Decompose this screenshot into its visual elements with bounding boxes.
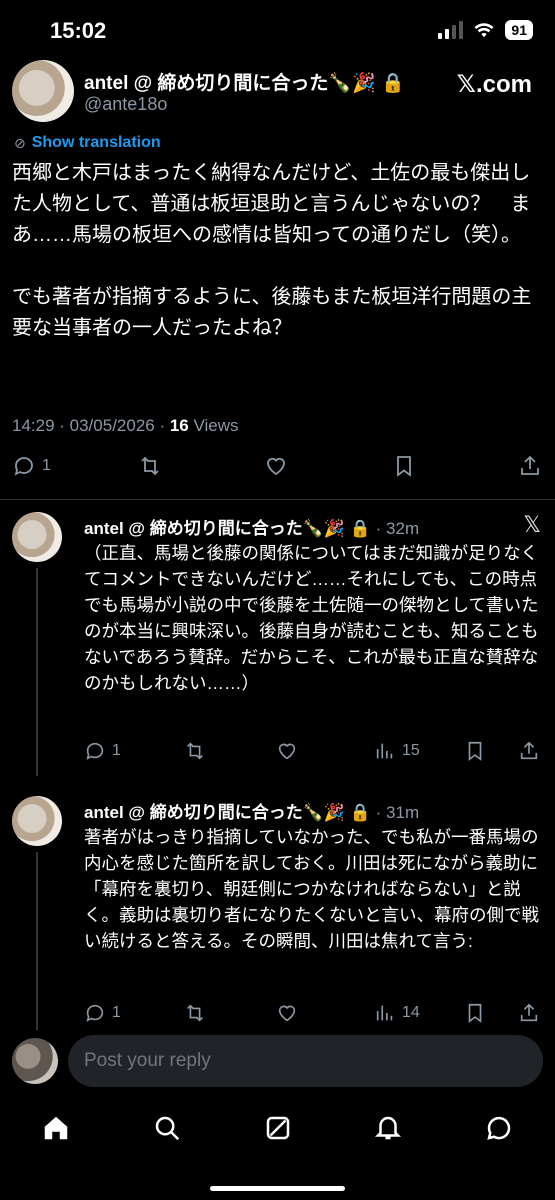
status-indicators: 91 xyxy=(438,20,533,40)
repost-icon xyxy=(187,1004,203,1022)
signal-icon xyxy=(438,21,464,39)
author-name[interactable]: antel @ 締め切り間に合った🍾🎉 🔒 xyxy=(84,68,405,95)
share-button[interactable] xyxy=(518,740,540,762)
like-button[interactable] xyxy=(276,1002,298,1024)
avatar[interactable] xyxy=(12,512,62,562)
reply-actions: 1 14 xyxy=(84,1002,544,1028)
reply-count: 1 xyxy=(42,457,51,474)
reply-author-name[interactable]: antel @ 締め切り間に合った🍾🎉 🔒 xyxy=(84,803,371,822)
repost-button[interactable] xyxy=(184,1002,206,1024)
x-logo: 𝕏.com xyxy=(456,71,532,98)
views-count: 15 xyxy=(402,742,420,759)
views-label: Views xyxy=(188,416,239,435)
views-button[interactable]: 14 xyxy=(374,1002,420,1024)
nav-notifications[interactable] xyxy=(368,1108,408,1148)
bottom-nav xyxy=(0,1100,555,1200)
repost-icon xyxy=(187,742,203,760)
home-indicator xyxy=(210,1186,345,1191)
reply-header: antel @ 締め切り間に合った🍾🎉 🔒 · 31m xyxy=(84,798,419,823)
x-logo: 𝕏 xyxy=(523,512,541,537)
post-text: 西郷と木戸はまったく納得なんだけど、土佐の最も傑出した人物として、普通は板垣退助… xyxy=(12,162,532,339)
like-icon xyxy=(267,457,285,476)
bookmark-button[interactable] xyxy=(464,740,486,762)
status-bar: 15:02 91 xyxy=(0,0,555,60)
like-button[interactable] xyxy=(264,454,288,478)
status-time: 15:02 xyxy=(50,18,107,43)
post-actions: 1 xyxy=(12,454,542,484)
reply-icon xyxy=(86,1004,104,1022)
show-translation-link[interactable]: ⊘ Show translation xyxy=(14,134,161,152)
reply-header: antel @ 締め切り間に合った🍾🎉 🔒 · 32m xyxy=(84,514,419,539)
like-icon xyxy=(278,743,296,760)
bookmark-icon xyxy=(468,741,482,761)
bell-icon xyxy=(374,1116,402,1140)
reply-count: 1 xyxy=(112,742,121,759)
repost-button[interactable] xyxy=(138,454,162,478)
avatar[interactable] xyxy=(12,796,62,846)
divider xyxy=(0,499,555,500)
reply-icon xyxy=(86,742,104,760)
reply-button[interactable]: 1 xyxy=(84,1002,121,1024)
reply-time: · 31m xyxy=(375,803,420,822)
views-icon xyxy=(376,743,393,759)
views-button[interactable]: 15 xyxy=(374,740,420,762)
reply-actions: 1 15 xyxy=(84,740,544,766)
search-icon xyxy=(155,1116,180,1141)
avatar[interactable] xyxy=(12,60,74,122)
views-count: 14 xyxy=(402,1004,420,1021)
bookmark-icon xyxy=(468,1003,482,1023)
avatar[interactable] xyxy=(12,1038,58,1084)
nav-messages[interactable] xyxy=(479,1108,519,1148)
like-icon xyxy=(278,1005,296,1022)
battery-indicator: 91 xyxy=(505,20,533,40)
messages-icon xyxy=(487,1116,511,1140)
views-count: 16 xyxy=(169,416,189,435)
author-row: antel @ 締め切り間に合った🍾🎉 🔒 @ante18o 𝕏.com xyxy=(12,58,542,122)
reply-text: （正直、馬場と後藤の関係についてはまだ知識が足りなくてコメントできないんだけど…… xyxy=(84,543,539,693)
wifi-icon xyxy=(474,23,494,38)
reply-composer xyxy=(0,1030,555,1090)
reply-text: 著者がはっきり指摘していなかった、でも私が一番馬場の内心を感じた箇所を訳しておく… xyxy=(84,827,539,951)
repost-icon xyxy=(141,456,159,476)
translate-icon: ⊘ xyxy=(14,134,26,151)
reply-post[interactable]: antel @ 締め切り間に合った🍾🎉 🔒 · 32m 𝕏 （正直、馬場と後藤の… xyxy=(0,512,555,782)
reply-input[interactable] xyxy=(68,1035,543,1087)
thread-line xyxy=(36,852,38,1032)
post-meta: 14:29 · 03/05/2026 · 16 Views xyxy=(12,416,239,436)
reply-author-name[interactable]: antel @ 締め切り間に合った🍾🎉 🔒 xyxy=(84,519,371,538)
share-icon xyxy=(521,455,539,475)
reply-count: 1 xyxy=(112,1004,121,1021)
bookmark-button[interactable] xyxy=(392,454,416,478)
nav-grok[interactable] xyxy=(258,1108,298,1148)
reply-button[interactable]: 1 xyxy=(12,454,51,478)
grok-icon xyxy=(266,1116,290,1140)
home-icon xyxy=(44,1116,68,1140)
bookmark-icon xyxy=(397,456,411,477)
nav-home[interactable] xyxy=(36,1108,76,1148)
author-handle[interactable]: @ante18o xyxy=(84,94,167,115)
reply-button[interactable]: 1 xyxy=(84,740,121,762)
views-icon xyxy=(376,1005,393,1021)
reply-post[interactable]: antel @ 締め切り間に合った🍾🎉 🔒 · 31m 著者がはっきり指摘してい… xyxy=(0,796,555,1036)
like-button[interactable] xyxy=(276,740,298,762)
reply-icon xyxy=(14,457,33,476)
reply-time: · 32m xyxy=(375,519,420,538)
share-button[interactable] xyxy=(518,454,542,478)
thread-line xyxy=(36,568,38,776)
share-icon xyxy=(520,741,538,760)
share-button[interactable] xyxy=(518,1002,540,1024)
share-icon xyxy=(520,1003,538,1022)
repost-button[interactable] xyxy=(184,740,206,762)
nav-search[interactable] xyxy=(147,1108,187,1148)
show-translation-label: Show translation xyxy=(31,134,161,151)
post-timestamp[interactable]: 14:29 · 03/05/2026 · xyxy=(12,416,170,435)
bookmark-button[interactable] xyxy=(464,1002,486,1024)
